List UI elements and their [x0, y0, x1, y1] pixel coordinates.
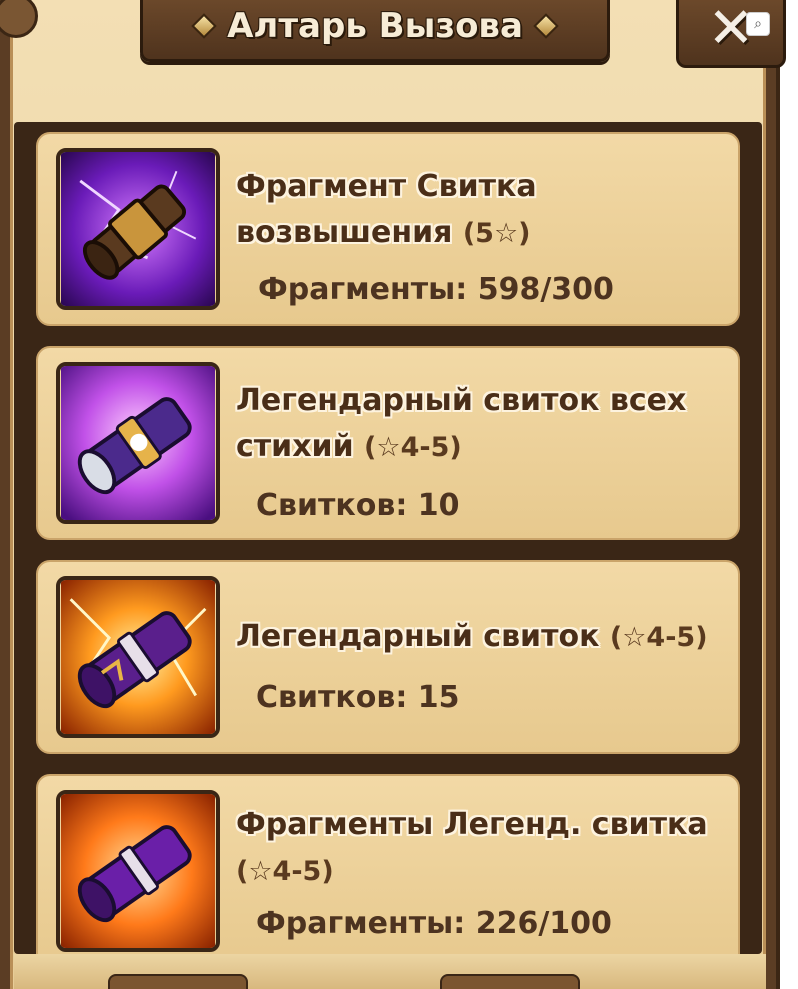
legendary-scroll-fragments-icon	[56, 790, 220, 952]
item-count: Свитков: 10	[256, 488, 460, 523]
close-button[interactable]: ✕	[676, 0, 786, 68]
item-name: Фрагмент Свитка возвышения (5☆)	[236, 169, 537, 250]
ascension-scroll-fragment-icon	[56, 148, 220, 310]
item-tier: (☆4-5)	[609, 622, 708, 653]
item-name: Фрагменты Легенд. свитка (☆4-5)	[236, 807, 708, 887]
item-tier: (☆4-5)	[236, 856, 334, 887]
item-tier: (☆4-5)	[364, 432, 462, 463]
item-tier: (5☆)	[462, 218, 531, 249]
bottom-tab-button[interactable]	[108, 974, 248, 989]
legendary-scroll-icon	[56, 576, 220, 738]
list-item[interactable]: Фрагменты Легенд. свитка (☆4-5) Фрагмент…	[36, 774, 740, 954]
diamond-ornament-icon	[533, 12, 559, 39]
item-name: Легендарный свиток всех стихий (☆4-5)	[236, 383, 687, 464]
title-banner: Алтарь Вызова	[140, 0, 610, 62]
item-name: Легендарный свиток (☆4-5)	[236, 619, 708, 654]
list-item[interactable]: Легендарный свиток всех стихий (☆4-5) Св…	[36, 346, 740, 540]
item-count: Фрагменты: 598/300	[258, 272, 614, 307]
item-count: Свитков: 15	[256, 680, 460, 715]
page-title: Алтарь Вызова	[227, 5, 523, 46]
legendary-all-elements-scroll-icon	[56, 362, 220, 524]
bottom-tab-button[interactable]	[440, 974, 580, 989]
diamond-ornament-icon	[191, 12, 217, 39]
list-item[interactable]: Легендарный свиток (☆4-5) Свитков: 15	[36, 560, 740, 754]
summon-altar-window: Алтарь Вызова ✕ ⌕ Фрагмент Свитка возвыш…	[0, 0, 786, 989]
scroll-list[interactable]: Фрагмент Свитка возвышения (5☆) Фрагмент…	[14, 122, 762, 954]
scan-icon[interactable]: ⌕	[746, 12, 770, 36]
list-item[interactable]: Фрагмент Свитка возвышения (5☆) Фрагмент…	[36, 132, 740, 326]
item-count: Фрагменты: 226/100	[256, 906, 612, 941]
